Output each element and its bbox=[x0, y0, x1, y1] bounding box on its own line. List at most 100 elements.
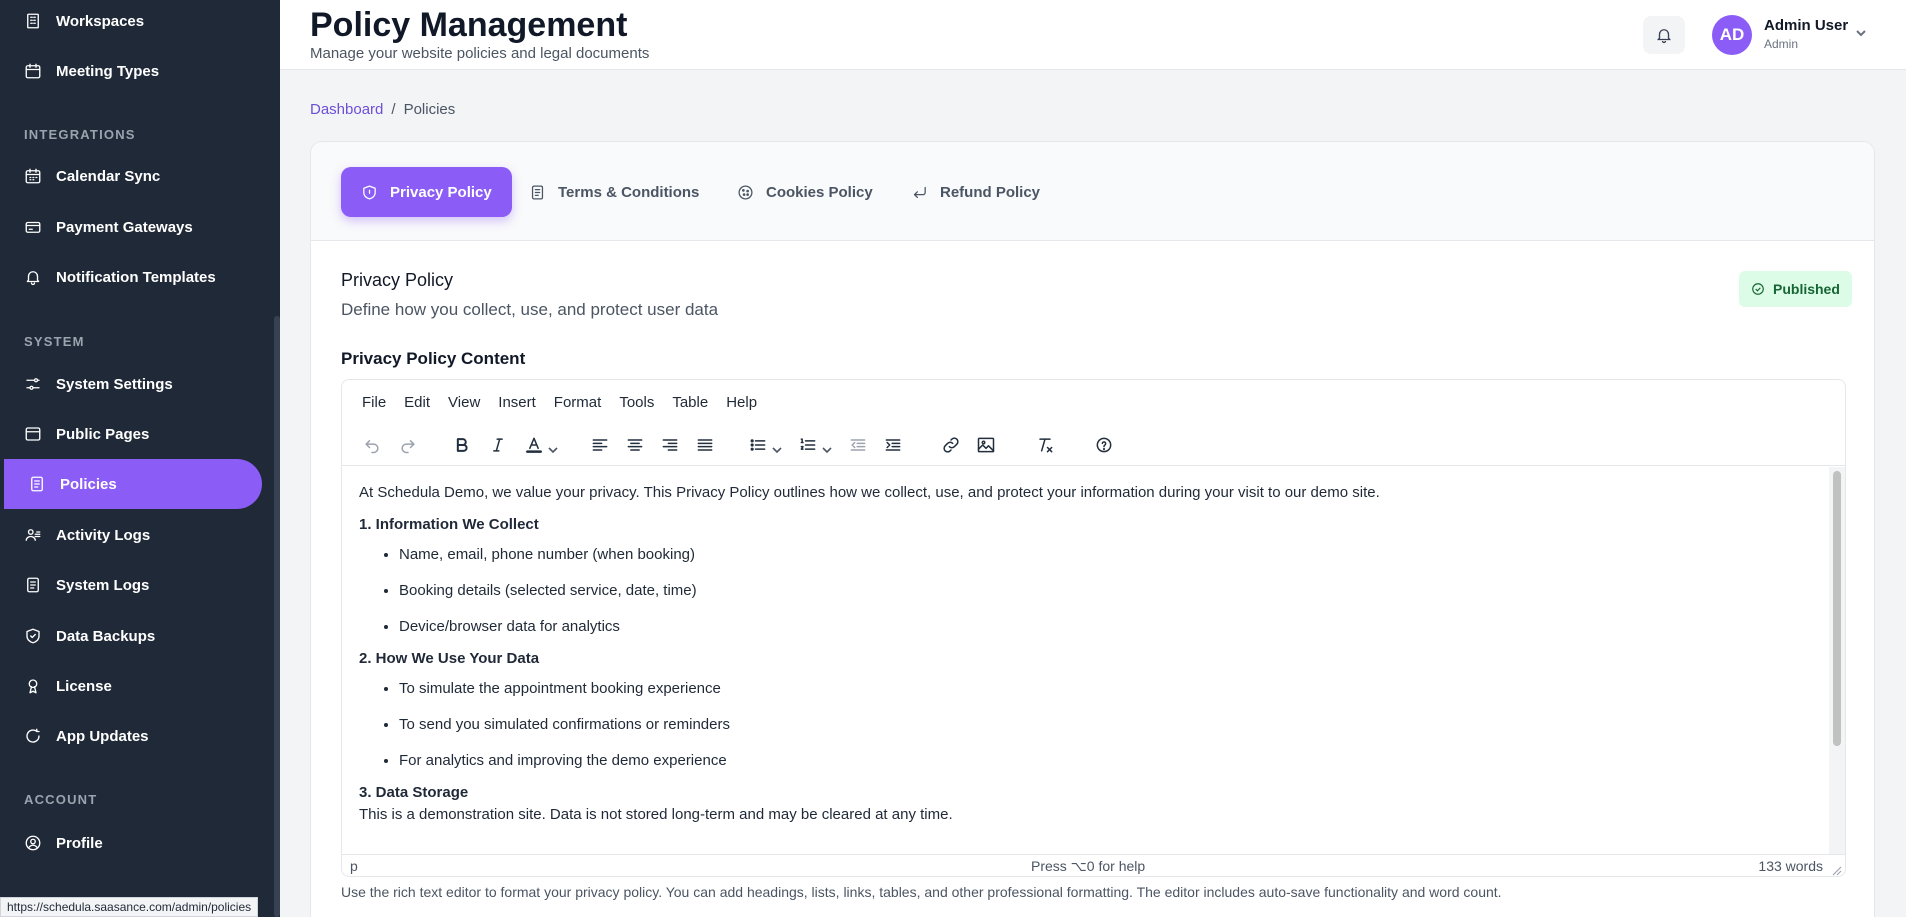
rich-text-editor: File Edit View Insert Format Tools Table… bbox=[341, 379, 1846, 877]
list-item: Device/browser data for analytics bbox=[399, 618, 1812, 636]
resize-handle-icon[interactable] bbox=[1832, 863, 1842, 876]
sidebar-item-policies[interactable]: Policies bbox=[4, 459, 262, 509]
editor-scrollbar[interactable] bbox=[1829, 467, 1845, 854]
sidebar-scrollbar[interactable] bbox=[274, 316, 280, 917]
chevron-down-icon[interactable] bbox=[1854, 26, 1868, 40]
word-count[interactable]: 133 words bbox=[1758, 858, 1823, 874]
sliders-icon bbox=[24, 375, 42, 393]
sidebar-item-label: Workspaces bbox=[56, 12, 145, 30]
user-name[interactable]: Admin User bbox=[1764, 17, 1848, 34]
notifications-button[interactable] bbox=[1643, 16, 1685, 54]
document-icon bbox=[24, 576, 42, 594]
chevron-down-icon[interactable] bbox=[548, 441, 558, 454]
menu-edit[interactable]: Edit bbox=[404, 394, 430, 411]
breadcrumb-current: Policies bbox=[403, 101, 456, 118]
heading-information-collected: 1. Information We Collect bbox=[359, 516, 539, 533]
tab-label: Terms & Conditions bbox=[558, 183, 700, 201]
breadcrumb-dashboard-link[interactable]: Dashboard bbox=[310, 101, 383, 118]
undo-icon[interactable] bbox=[360, 433, 384, 457]
align-right-icon[interactable] bbox=[658, 433, 682, 457]
section-label-account: ACCOUNT bbox=[24, 792, 98, 807]
section-label-system: SYSTEM bbox=[24, 334, 85, 349]
sidebar-item-activity-logs[interactable]: Activity Logs bbox=[0, 510, 258, 560]
redo-icon[interactable] bbox=[396, 433, 420, 457]
sidebar-item-meeting-types[interactable]: Meeting Types bbox=[0, 46, 258, 96]
calendar-icon bbox=[24, 62, 42, 80]
sidebar-item-system-logs[interactable]: System Logs bbox=[0, 560, 258, 610]
clear-formatting-icon[interactable] bbox=[1033, 433, 1057, 457]
keyboard-help-hint: Press ⌥0 for help bbox=[1031, 858, 1146, 874]
bell-icon bbox=[1657, 29, 1671, 44]
sidebar-item-label: Meeting Types bbox=[56, 62, 160, 80]
menu-help[interactable]: Help bbox=[726, 394, 757, 411]
sidebar-item-app-updates[interactable]: App Updates bbox=[0, 711, 258, 761]
editor-menubar: File Edit View Insert Format Tools Table… bbox=[342, 380, 1845, 424]
document-icon bbox=[28, 475, 46, 493]
sidebar-item-label: Activity Logs bbox=[56, 526, 151, 544]
align-center-icon[interactable] bbox=[623, 433, 647, 457]
help-icon[interactable] bbox=[1092, 433, 1116, 457]
sidebar-item-payment-gateways[interactable]: Payment Gateways bbox=[0, 202, 258, 252]
list-data-usage: To simulate the appointment booking expe… bbox=[359, 680, 1812, 770]
tab-privacy-policy[interactable]: Privacy Policy bbox=[341, 167, 512, 217]
menu-file[interactable]: File bbox=[362, 394, 386, 411]
sidebar-item-workspaces[interactable]: Workspaces bbox=[0, 0, 258, 46]
tab-label: Cookies Policy bbox=[766, 183, 873, 201]
link-icon[interactable] bbox=[939, 433, 963, 457]
intro-paragraph: At Schedula Demo, we value your privacy.… bbox=[359, 484, 1380, 501]
sidebar-item-label: Profile bbox=[56, 834, 103, 852]
text-color-icon[interactable] bbox=[522, 433, 546, 457]
menu-insert[interactable]: Insert bbox=[498, 394, 536, 411]
sidebar-item-system-settings[interactable]: System Settings bbox=[0, 359, 258, 409]
align-left-icon[interactable] bbox=[588, 433, 612, 457]
content-label: Privacy Policy Content bbox=[341, 349, 526, 368]
key-icon bbox=[24, 677, 42, 695]
sidebar-item-label: License bbox=[56, 677, 112, 695]
avatar[interactable]: AD bbox=[1712, 15, 1752, 55]
user-circle-icon bbox=[24, 834, 42, 852]
tab-cookies-policy[interactable]: Cookies Policy bbox=[717, 167, 893, 217]
image-icon[interactable] bbox=[974, 433, 998, 457]
list-item: To send you simulated confirmations or r… bbox=[399, 716, 1812, 734]
menu-format[interactable]: Format bbox=[554, 394, 602, 411]
element-path[interactable]: p bbox=[350, 858, 358, 874]
editor-toolbar bbox=[342, 424, 1845, 466]
sidebar-item-calendar-sync[interactable]: Calendar Sync bbox=[0, 151, 258, 201]
menu-view[interactable]: View bbox=[448, 394, 480, 411]
numbered-list-icon[interactable] bbox=[796, 433, 820, 457]
policy-card: Privacy Policy Terms & Conditions Cookie… bbox=[310, 141, 1875, 917]
editor-content[interactable]: At Schedula Demo, we value your privacy.… bbox=[342, 467, 1829, 854]
tab-label: Refund Policy bbox=[940, 183, 1041, 201]
sidebar-item-data-backups[interactable]: Data Backups bbox=[0, 611, 258, 661]
cookie-icon bbox=[738, 184, 753, 200]
sidebar-item-label: Notification Templates bbox=[56, 268, 216, 286]
list-item: Booking details (selected service, date,… bbox=[399, 582, 1812, 600]
sidebar-item-label: Payment Gateways bbox=[56, 218, 193, 236]
editor-scrollbar-thumb[interactable] bbox=[1833, 471, 1841, 746]
menu-table[interactable]: Table bbox=[672, 394, 708, 411]
link-url-tooltip: https://schedula.saasance.com/admin/poli… bbox=[0, 897, 259, 917]
page-subtitle: Manage your website policies and legal d… bbox=[310, 45, 650, 62]
tab-terms-conditions[interactable]: Terms & Conditions bbox=[509, 167, 719, 217]
data-storage-paragraph: This is a demonstration site. Data is no… bbox=[359, 806, 953, 823]
sidebar-item-license[interactable]: License bbox=[0, 661, 258, 711]
sidebar-item-profile[interactable]: Profile bbox=[0, 818, 258, 868]
menu-tools[interactable]: Tools bbox=[619, 394, 654, 411]
outdent-icon[interactable] bbox=[846, 433, 870, 457]
chevron-down-icon[interactable] bbox=[772, 441, 782, 454]
status-badge: Published bbox=[1739, 271, 1852, 307]
sidebar: Workspaces Meeting Types INTEGRATIONS Ca… bbox=[0, 0, 280, 917]
breadcrumb: Dashboard / Policies bbox=[310, 101, 455, 118]
sidebar-item-public-pages[interactable]: Public Pages bbox=[0, 409, 258, 459]
bold-icon[interactable] bbox=[450, 433, 474, 457]
italic-icon[interactable] bbox=[486, 433, 510, 457]
sidebar-item-notification-templates[interactable]: Notification Templates bbox=[0, 252, 258, 302]
shield-icon bbox=[24, 627, 42, 645]
bullet-list-icon[interactable] bbox=[746, 433, 770, 457]
align-justify-icon[interactable] bbox=[693, 433, 717, 457]
bell-icon bbox=[24, 268, 42, 286]
indent-icon[interactable] bbox=[881, 433, 905, 457]
tab-refund-policy[interactable]: Refund Policy bbox=[891, 167, 1060, 217]
chevron-down-icon[interactable] bbox=[822, 441, 832, 454]
list-item: Name, email, phone number (when booking) bbox=[399, 546, 1812, 564]
